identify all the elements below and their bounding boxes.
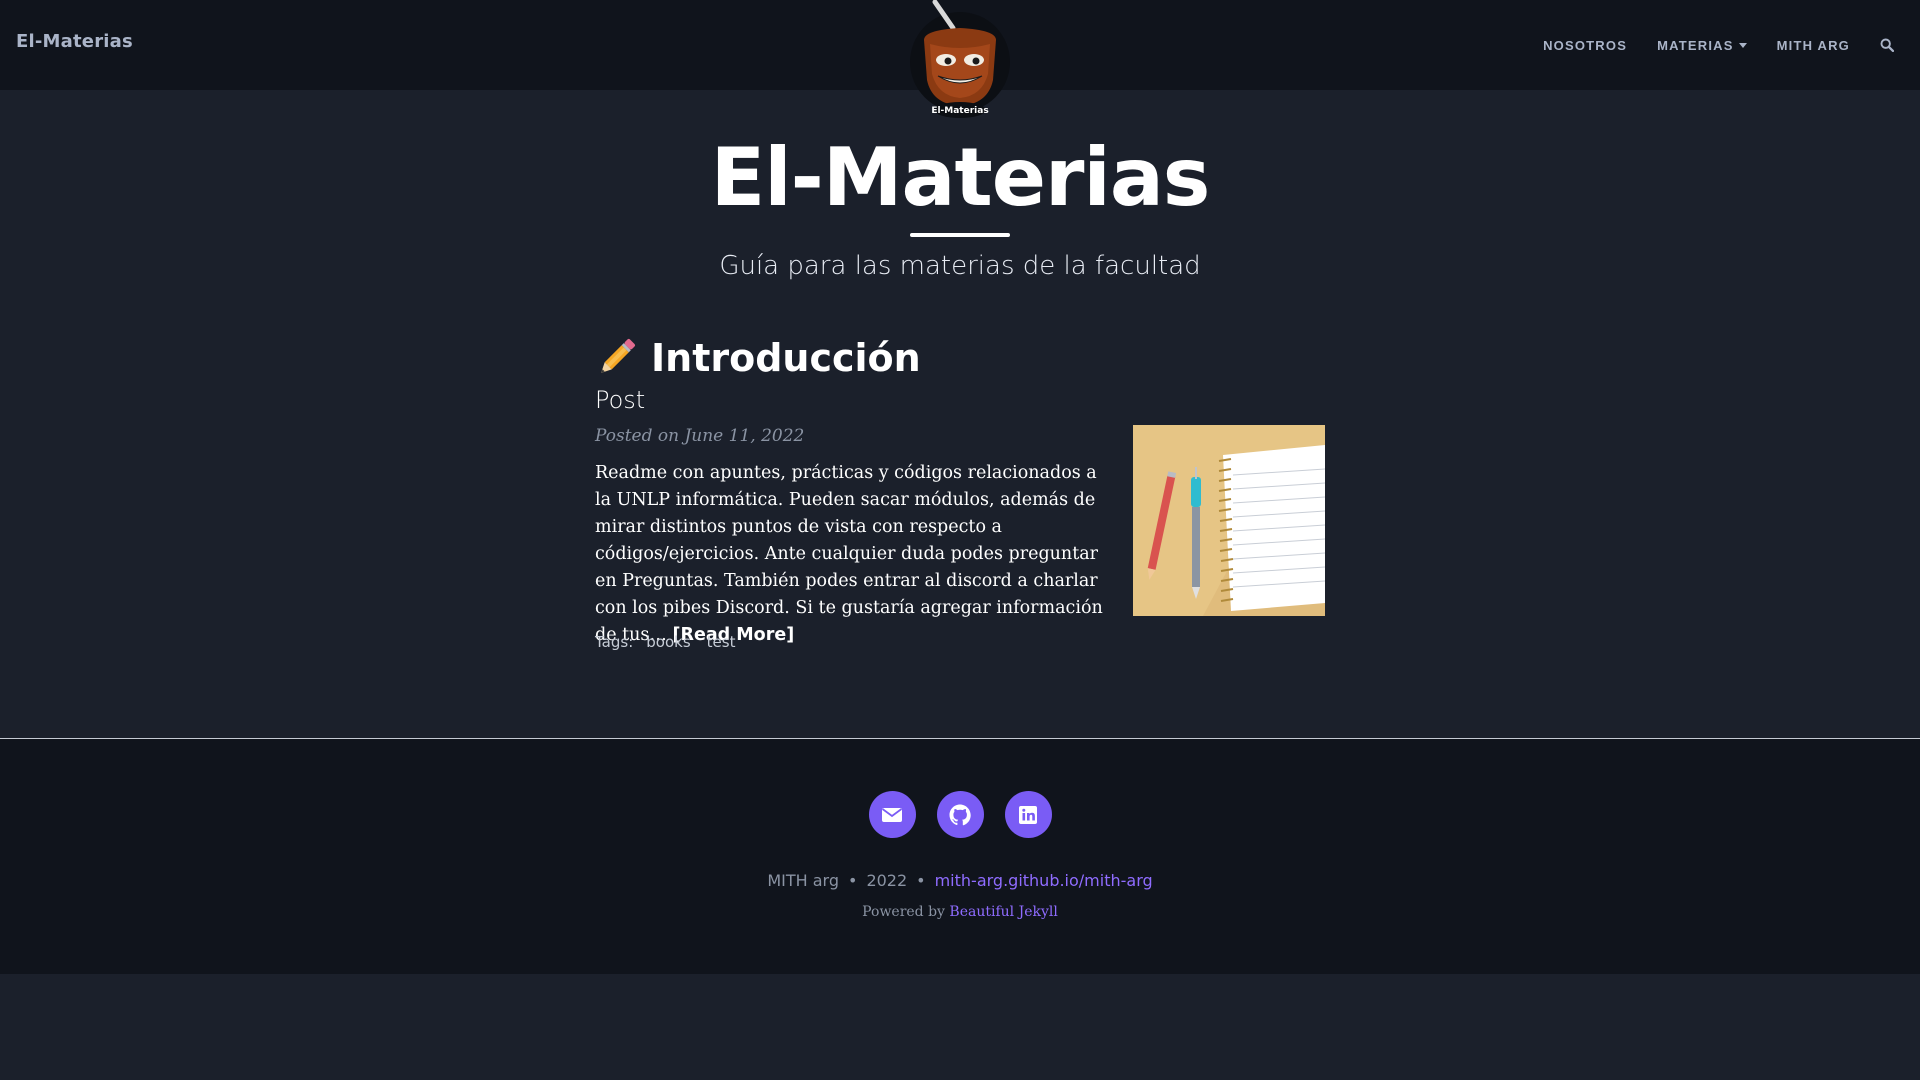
social-links [0,791,1920,838]
post-subtitle: Post [595,386,646,414]
footer-year: 2022 [866,871,908,890]
post-excerpt-text: Readme con apuntes, prácticas y códigos … [595,463,1103,645]
footer: MITH arg • 2022 • mith-arg.github.io/mith-ar… [0,738,1920,974]
powered-by-label: Powered by [862,904,945,920]
linkedin-icon [1019,805,1037,824]
title-divider [910,233,1010,237]
post-preview: Introducción Post Posted on June 11, 202… [595,330,1325,670]
post-meta: Posted on June 11, 2022 [595,426,805,446]
avatar[interactable]: El-Materias [910,0,1010,124]
github-link[interactable] [936,791,984,838]
nav-link-materias[interactable]: MATERIAS [1657,38,1747,53]
pencil-icon [601,339,635,373]
linkedin-link[interactable] [1004,791,1052,838]
post-title[interactable]: Introducción [651,336,921,380]
copyright: MITH arg • 2022 • mith-arg.github.io/mith-ar… [0,871,1920,890]
nav-links: NOSOTROS MATERIAS MITH ARG [1543,0,1894,90]
tag-test[interactable]: test [704,633,739,651]
envelope-icon [881,807,903,822]
caret-down-icon [1738,42,1747,48]
post-title-row: Introducción [595,330,921,386]
search-icon[interactable] [1880,38,1894,52]
avatar-label: El-Materias [931,106,988,116]
navbar-brand[interactable]: El-Materias [16,31,133,52]
nav-link-materias-label: MATERIAS [1657,37,1734,53]
post-tags: Tags: books test [595,633,738,651]
tags-label: Tags: [595,633,634,651]
separator-dot: • [916,871,926,890]
footer-site-link[interactable]: mith-arg.github.io/mith-arg [935,871,1153,890]
theme-link[interactable]: Beautiful Jekyll [949,904,1057,920]
email-link[interactable] [868,791,916,838]
post-excerpt: Readme con apuntes, prácticas y códigos … [595,460,1115,649]
nav-link-nosotros[interactable]: NOSOTROS [1543,38,1627,53]
tag-books[interactable]: books [643,633,693,651]
page-subtitle: Guía para las materias de la facultad [719,251,1201,281]
github-icon [949,804,971,825]
page-title: El-Materias [710,131,1211,224]
post-thumbnail[interactable] [1133,425,1325,616]
powered-by: Powered by Beautiful Jekyll [0,904,1920,920]
footer-author: MITH arg [767,871,839,890]
separator-dot: • [848,871,858,890]
nav-link-mith-arg[interactable]: MITH ARG [1777,38,1850,53]
